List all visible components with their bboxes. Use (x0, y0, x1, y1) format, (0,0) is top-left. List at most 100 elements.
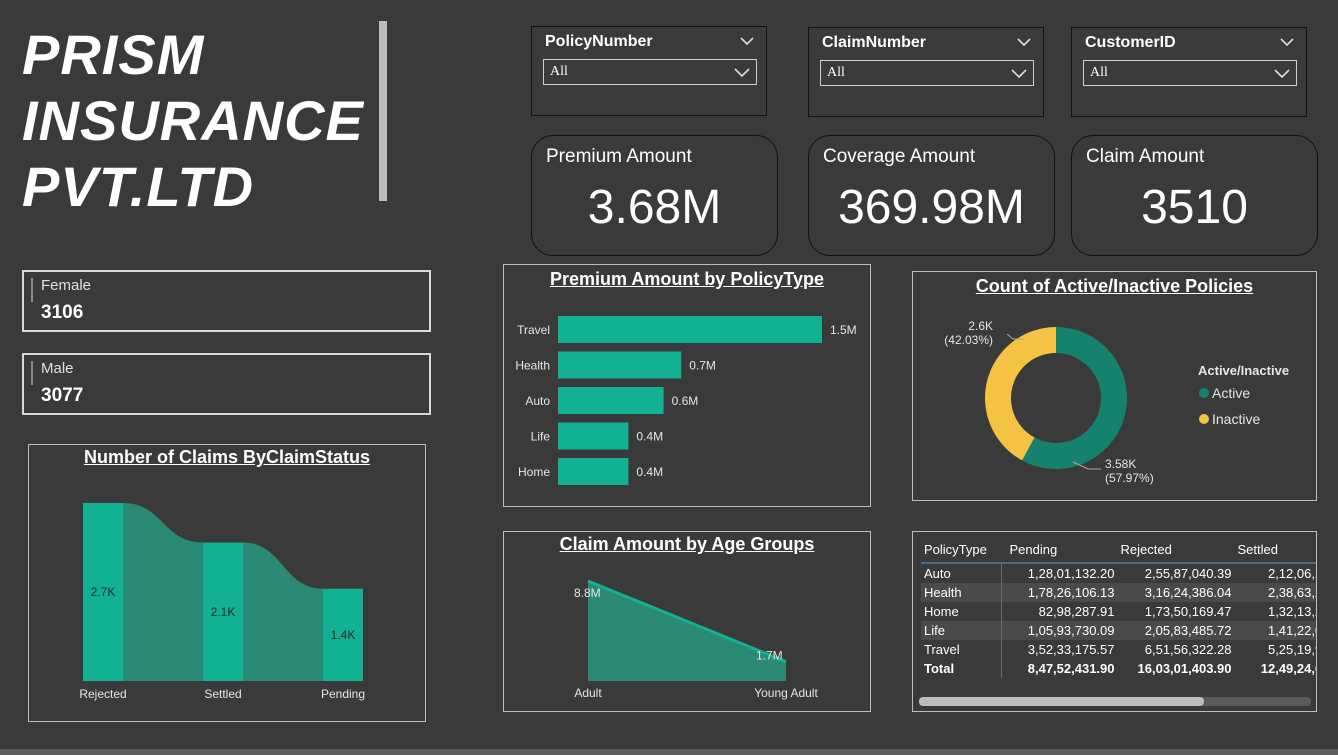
chevron-down-icon (1274, 69, 1290, 79)
table-cell: Travel (924, 642, 960, 657)
data-label: 1.5M (830, 323, 857, 337)
table-cell: 1,73,50,169.47 (1144, 604, 1232, 619)
ribbon-connector (123, 503, 203, 681)
claim-age-area-chart[interactable]: 8.8M 1.7M Adult Young Adult (504, 532, 870, 711)
table-cell: Life (924, 623, 945, 638)
bar-home (558, 458, 629, 485)
x-tick-label: Pending (321, 687, 365, 701)
table-row[interactable]: Travel 3,52,33,175.57 6,51,56,322.28 5,25,1… (921, 640, 1316, 659)
slicer-claim-number[interactable]: ClaimNumber All (808, 27, 1044, 117)
table-cell: 1,41,22,017.5 (1267, 623, 1316, 638)
slicer-dropdown[interactable]: All (820, 60, 1034, 86)
bottom-bar (0, 749, 1338, 755)
data-label-pct: (42.03%) (944, 333, 993, 347)
legend-marker (1199, 414, 1209, 424)
table-cell: Pending (1009, 541, 1058, 557)
claims-ribbon-chart[interactable]: 2.7K Rejected 2.1K Settled 1.4K Pending (29, 445, 425, 721)
table-cell: 5,25,19,901.5 (1267, 642, 1316, 657)
chevron-down-icon[interactable] (740, 34, 754, 48)
x-tick-label: Adult (574, 686, 602, 700)
data-label: 0.4M (636, 465, 663, 479)
legend-item: Active (1212, 385, 1250, 401)
card-label: Female (41, 277, 92, 294)
data-label: 0.4M (636, 430, 663, 444)
kpi-claim-amount: Claim Amount 3510 (1071, 135, 1318, 256)
table-cell: 3,16,24,386.04 (1144, 585, 1232, 600)
matrix-viewport[interactable]: PolicyType Pending Rejected Settled Auto 1,28… (921, 536, 1316, 682)
premium-bar-chart[interactable]: Travel 1.5M Health 0.7M Auto 0.6M Life 0.4M Home… (504, 265, 870, 506)
bar-travel (558, 316, 822, 343)
table-cell: 3,52,33,175.57 (1001, 640, 1121, 659)
slicer-dropdown[interactable]: All (1083, 60, 1297, 86)
data-label: 2.6K (968, 319, 993, 333)
data-label: 2.7K (91, 585, 116, 599)
claims-matrix-panel: PolicyType Pending Rejected Settled Auto 1,28… (912, 531, 1317, 712)
card-value: 3077 (41, 385, 84, 406)
table-cell: Health (924, 585, 962, 600)
table-cell: 1,78,26,106.13 (1001, 583, 1121, 602)
slicer-value: All (550, 64, 568, 79)
title-divider (379, 21, 387, 201)
table-cell: Rejected (1120, 541, 1172, 557)
table-cell: 82,98,287.91 (1001, 602, 1121, 621)
table-cell: 1,28,01,132.20 (1001, 563, 1121, 583)
x-tick-label: Rejected (79, 687, 126, 701)
data-label: 1.4K (331, 628, 356, 642)
claims-matrix-table: PolicyType Pending Rejected Settled Auto 1,28… (921, 536, 1316, 678)
table-row[interactable]: Auto 1,28,01,132.20 2,55,87,040.39 2,12,06,… (921, 563, 1316, 583)
table-cell: PolicyType (924, 541, 987, 557)
active-inactive-donut[interactable]: 3.58K(57.97%) 2.6K(42.03%) Active/Inactive… (913, 272, 1316, 500)
claims-by-status-panel: Number of Claims ByClaimStatus 2.7K Rejec… (28, 444, 426, 722)
chevron-down-icon[interactable] (1017, 35, 1031, 49)
table-cell: Settled (1237, 541, 1278, 557)
kpi-premium-amount: Premium Amount 3.68M (531, 135, 778, 256)
table-cell: 2,55,87,040.39 (1144, 566, 1232, 581)
slicer-label: ClaimNumber (822, 34, 927, 51)
table-cell: Auto (924, 566, 951, 581)
ribbon-connector (243, 542, 323, 681)
table-cell: 1,05,93,730.09 (1001, 621, 1121, 640)
table-total-row: Total 8,47,52,431.90 16,03,01,403.90 12,49,… (921, 659, 1316, 678)
horizontal-scrollbar[interactable] (919, 697, 1311, 706)
kpi-coverage-amount: Coverage Amount 369.98M (808, 135, 1055, 256)
scrollbar-thumb[interactable] (919, 697, 1204, 706)
bar-life (558, 422, 629, 450)
data-label: 3.58K (1105, 457, 1136, 471)
bar-health (558, 351, 682, 379)
table-row[interactable]: Home 82,98,287.91 1,73,50,169.47 1,32,13,26… (921, 602, 1316, 621)
kpi-label: Premium Amount (546, 146, 692, 167)
table-cell: 2,38,63,298.0 (1267, 585, 1316, 600)
card-accent (31, 361, 33, 385)
slicer-value: All (1090, 65, 1108, 80)
chevron-down-icon[interactable] (1280, 35, 1294, 49)
table-cell: 6,51,56,322.28 (1144, 642, 1232, 657)
company-title-line-1: PRISM (22, 23, 205, 86)
claim-by-age-panel: Claim Amount by Age Groups 8.8M 1.7M Adult… (503, 531, 871, 712)
card-label: Male (41, 360, 74, 377)
table-row[interactable]: Health 1,78,26,106.13 3,16,24,386.04 2,38,6… (921, 583, 1316, 602)
bar-auto (558, 387, 664, 414)
table-row[interactable]: Life 1,05,93,730.09 2,05,83,485.72 1,41,22,… (921, 621, 1316, 640)
data-label: 8.8M (574, 586, 601, 600)
chevron-down-icon (1011, 69, 1027, 79)
card-female: Female 3106 (22, 270, 431, 332)
table-cell: 2,12,06,213.6 (1267, 566, 1316, 581)
slicer-dropdown[interactable]: All (543, 59, 757, 85)
slicer-policy-number[interactable]: PolicyNumber All (531, 26, 767, 116)
kpi-label: Claim Amount (1086, 146, 1205, 167)
slicer-customer-id[interactable]: CustomerID All (1071, 27, 1307, 117)
slicer-label: CustomerID (1085, 34, 1176, 51)
slicer-label: PolicyNumber (545, 33, 653, 50)
company-title-line-3: PVT.LTD (22, 155, 255, 218)
kpi-value: 3.68M (587, 181, 722, 234)
data-label: 0.6M (672, 394, 699, 408)
table-cell: 2,05,83,485.72 (1144, 623, 1232, 638)
slicer-value: All (827, 65, 845, 80)
legend-item: Inactive (1212, 411, 1260, 427)
chevron-down-icon (734, 68, 750, 78)
y-tick-label: Travel (517, 323, 550, 337)
x-tick-label: Young Adult (754, 686, 818, 700)
table-cell: 12,49,24,692.0 (1260, 661, 1316, 676)
kpi-label: Coverage Amount (823, 146, 976, 167)
data-label-pct: (57.97%) (1105, 471, 1154, 485)
